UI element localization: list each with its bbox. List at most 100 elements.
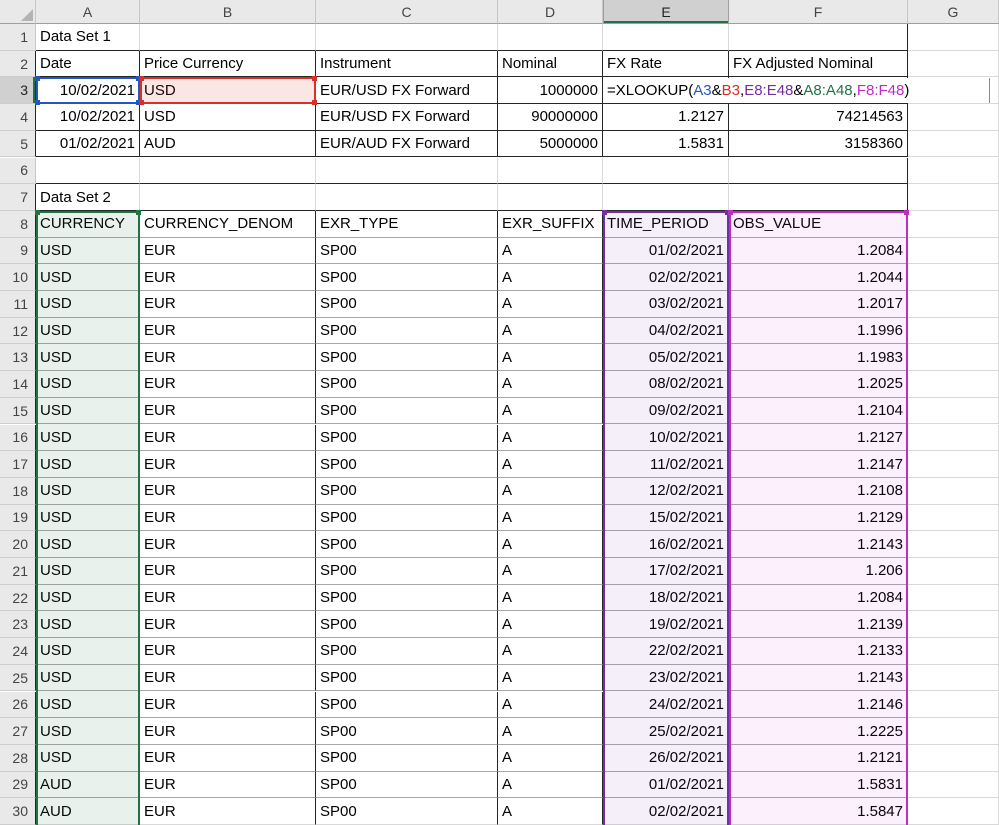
cell-B8[interactable]: CURRENCY_DENOM: [140, 211, 316, 238]
cell-E14[interactable]: 08/02/2021: [603, 371, 729, 398]
cell-D18[interactable]: A: [498, 478, 603, 505]
cell-F22[interactable]: 1.2084: [729, 585, 908, 612]
cell-G5[interactable]: [908, 131, 999, 158]
cell-C21[interactable]: SP00: [316, 558, 498, 585]
row-header-1[interactable]: 1: [0, 24, 36, 51]
cell-D20[interactable]: A: [498, 531, 603, 558]
cell-E25[interactable]: 23/02/2021: [603, 665, 729, 692]
cell-B4[interactable]: USD: [140, 104, 316, 131]
cell-F21[interactable]: 1.206: [729, 558, 908, 585]
cell-G18[interactable]: [908, 478, 999, 505]
cell-C9[interactable]: SP00: [316, 238, 498, 265]
cell-D14[interactable]: A: [498, 371, 603, 398]
cell-F15[interactable]: 1.2104: [729, 398, 908, 425]
cell-C30[interactable]: SP00: [316, 798, 498, 825]
cell-F29[interactable]: 1.5831: [729, 772, 908, 799]
cell-D6[interactable]: [498, 158, 603, 185]
cell-B9[interactable]: EUR: [140, 238, 316, 265]
cell-B20[interactable]: EUR: [140, 531, 316, 558]
cell-C18[interactable]: SP00: [316, 478, 498, 505]
cell-A11[interactable]: USD: [36, 291, 140, 318]
cell-G1[interactable]: [908, 24, 999, 51]
cell-D2[interactable]: Nominal: [498, 51, 603, 78]
cell-D7[interactable]: [498, 184, 603, 211]
cell-C22[interactable]: SP00: [316, 585, 498, 612]
cell-D4[interactable]: 90000000: [498, 104, 603, 131]
cell-C11[interactable]: SP00: [316, 291, 498, 318]
cell-C15[interactable]: SP00: [316, 398, 498, 425]
row-header-26[interactable]: 26: [0, 692, 36, 719]
cell-F17[interactable]: 1.2147: [729, 451, 908, 478]
cell-F14[interactable]: 1.2025: [729, 371, 908, 398]
cell-G16[interactable]: [908, 425, 999, 452]
cell-F7[interactable]: [729, 184, 908, 211]
column-header-B[interactable]: B: [140, 0, 316, 24]
cell-A22[interactable]: USD: [36, 585, 140, 612]
cell-B3[interactable]: USD: [140, 77, 316, 104]
cell-E11[interactable]: 03/02/2021: [603, 291, 729, 318]
cell-E10[interactable]: 02/02/2021: [603, 264, 729, 291]
cell-G2[interactable]: [908, 51, 999, 78]
row-header-13[interactable]: 13: [0, 344, 36, 371]
cell-D26[interactable]: A: [498, 692, 603, 719]
cell-C13[interactable]: SP00: [316, 344, 498, 371]
cell-A6[interactable]: [36, 158, 140, 185]
cell-B15[interactable]: EUR: [140, 398, 316, 425]
cell-C6[interactable]: [316, 158, 498, 185]
cell-A18[interactable]: USD: [36, 478, 140, 505]
cell-D1[interactable]: [498, 24, 603, 51]
cell-B17[interactable]: EUR: [140, 451, 316, 478]
cell-A30[interactable]: AUD: [36, 798, 140, 825]
cell-E18[interactable]: 12/02/2021: [603, 478, 729, 505]
cell-E9[interactable]: 01/02/2021: [603, 238, 729, 265]
cell-C4[interactable]: EUR/USD FX Forward: [316, 104, 498, 131]
column-header-D[interactable]: D: [498, 0, 603, 24]
cell-C5[interactable]: EUR/AUD FX Forward: [316, 131, 498, 158]
cell-F13[interactable]: 1.1983: [729, 344, 908, 371]
cell-G30[interactable]: [908, 798, 999, 825]
cell-E28[interactable]: 26/02/2021: [603, 745, 729, 772]
cell-A17[interactable]: USD: [36, 451, 140, 478]
cell-F5[interactable]: 3158360: [729, 131, 908, 158]
cell-F24[interactable]: 1.2133: [729, 638, 908, 665]
cell-A7[interactable]: Data Set 2: [36, 184, 140, 211]
row-header-30[interactable]: 30: [0, 798, 36, 825]
row-header-28[interactable]: 28: [0, 745, 36, 772]
row-header-23[interactable]: 23: [0, 611, 36, 638]
cell-B12[interactable]: EUR: [140, 318, 316, 345]
cell-A26[interactable]: USD: [36, 692, 140, 719]
cell-B24[interactable]: EUR: [140, 638, 316, 665]
cell-F2[interactable]: FX Adjusted Nominal: [729, 51, 908, 78]
cell-F6[interactable]: [729, 158, 908, 185]
row-header-6[interactable]: 6: [0, 158, 36, 185]
cell-C7[interactable]: [316, 184, 498, 211]
cell-E6[interactable]: [603, 158, 729, 185]
cell-E16[interactable]: 10/02/2021: [603, 425, 729, 452]
cell-C1[interactable]: [316, 24, 498, 51]
row-header-17[interactable]: 17: [0, 451, 36, 478]
cell-E15[interactable]: 09/02/2021: [603, 398, 729, 425]
cell-B14[interactable]: EUR: [140, 371, 316, 398]
cell-A9[interactable]: USD: [36, 238, 140, 265]
select-all-button[interactable]: [0, 0, 36, 24]
cell-G10[interactable]: [908, 264, 999, 291]
row-header-7[interactable]: 7: [0, 184, 36, 211]
column-header-C[interactable]: C: [316, 0, 498, 24]
cell-A29[interactable]: AUD: [36, 772, 140, 799]
cell-F30[interactable]: 1.5847: [729, 798, 908, 825]
cell-B21[interactable]: EUR: [140, 558, 316, 585]
cell-F16[interactable]: 1.2127: [729, 425, 908, 452]
cell-C23[interactable]: SP00: [316, 611, 498, 638]
row-header-27[interactable]: 27: [0, 718, 36, 745]
row-header-25[interactable]: 25: [0, 665, 36, 692]
cell-B13[interactable]: EUR: [140, 344, 316, 371]
cell-C8[interactable]: EXR_TYPE: [316, 211, 498, 238]
cell-F8[interactable]: OBS_VALUE: [729, 211, 908, 238]
row-header-9[interactable]: 9: [0, 238, 36, 265]
cell-G4[interactable]: [908, 104, 999, 131]
cell-E24[interactable]: 22/02/2021: [603, 638, 729, 665]
cell-G22[interactable]: [908, 585, 999, 612]
cell-G14[interactable]: [908, 371, 999, 398]
cell-D8[interactable]: EXR_SUFFIX: [498, 211, 603, 238]
cell-B22[interactable]: EUR: [140, 585, 316, 612]
